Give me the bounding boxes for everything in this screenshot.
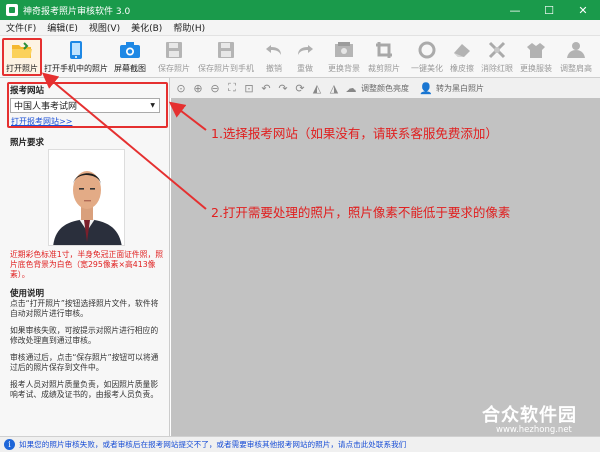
- site-watermark: 合众软件园 www.hezhong.net: [482, 401, 598, 435]
- step2-annotation: 2.打开需要处理的照片，照片像素不能低于要求的像素: [211, 205, 511, 220]
- info-icon: i: [4, 439, 15, 450]
- annotation-arrows: [41, 72, 207, 210]
- status-bar[interactable]: i 如果您的照片审核失败，或者审核后在报考网站提交不了，或者需要审核其他报考网站…: [0, 436, 600, 452]
- contact-us-link[interactable]: 如果您的照片审核失败，或者审核后在报考网站提交不了，或者需要审核其他报考网站的照…: [19, 439, 406, 450]
- arrow-to-site-select: [168, 101, 207, 131]
- step1-annotation: 1.选择报考网站（如果没有，请联系客服免费添加）: [211, 126, 498, 141]
- watermark-name: 合众软件园: [482, 405, 577, 426]
- arrow-to-open-photo: [41, 72, 207, 210]
- watermark-url: www.hezhong.net: [496, 425, 572, 435]
